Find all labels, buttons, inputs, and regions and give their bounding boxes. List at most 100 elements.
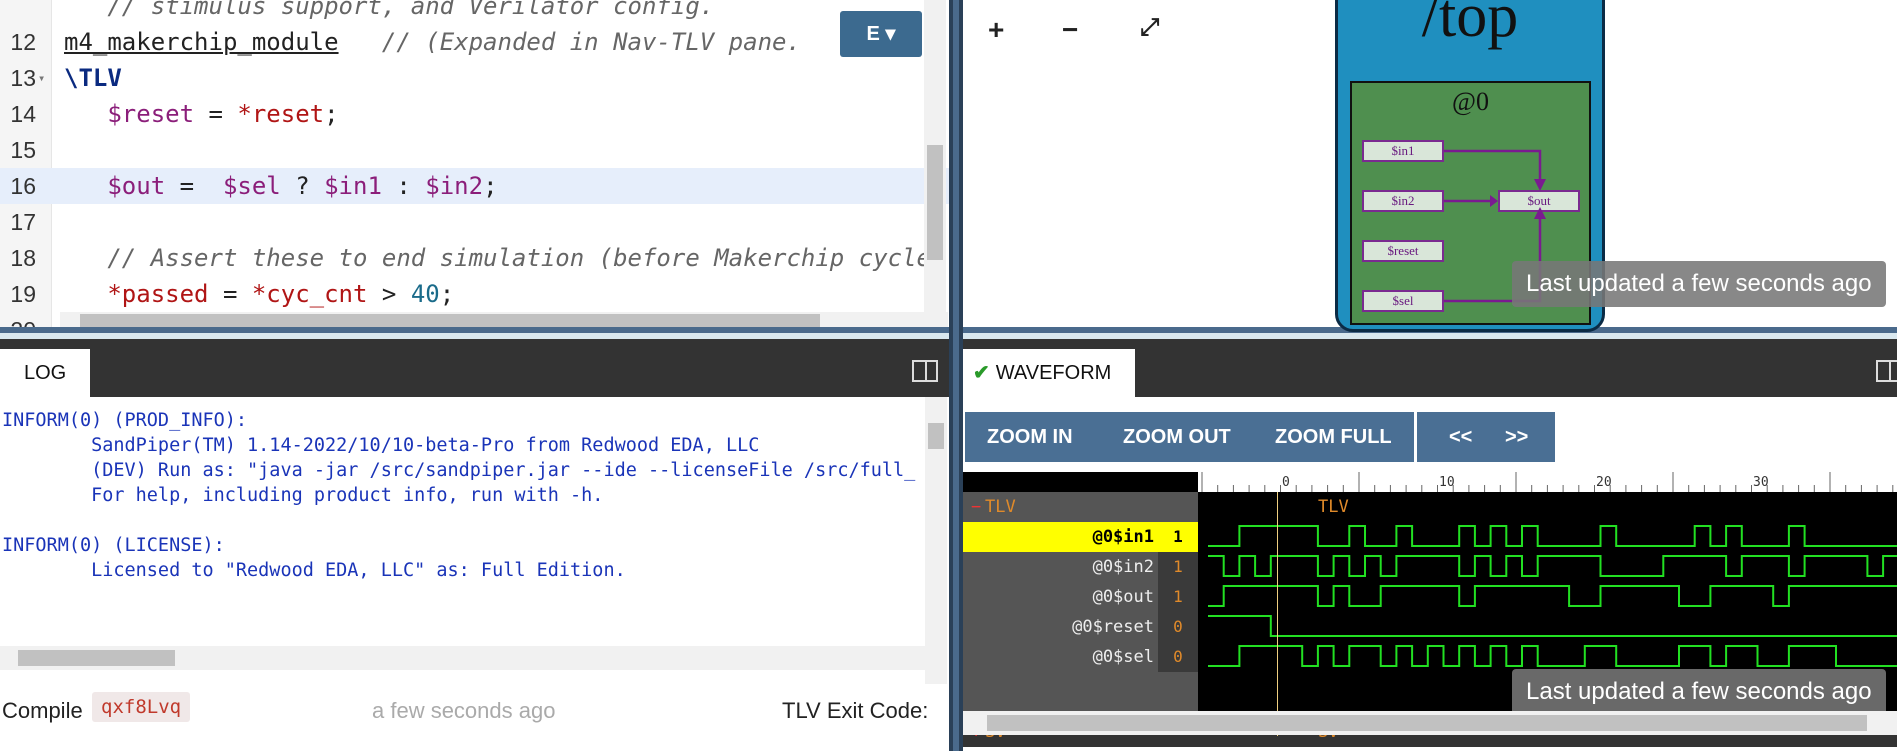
- code-token: $in2: [425, 172, 484, 200]
- code-text: \TLV: [64, 60, 122, 96]
- fold-icon[interactable]: ▾: [38, 60, 45, 96]
- group-label: TLV: [985, 497, 1016, 517]
- code-token: >: [367, 280, 411, 308]
- log-line: INFORM(0) (PROD_INFO):: [2, 410, 248, 431]
- code-text: m4_makerchip_module // (Expanded in Nav-…: [64, 24, 801, 60]
- collapse-icon[interactable]: −: [971, 492, 981, 522]
- log-vertical-scrollbar[interactable]: [925, 397, 947, 697]
- signal-value: 1: [1158, 522, 1198, 552]
- code-editor[interactable]: // stimulus support, and Verilator confi…: [0, 0, 949, 333]
- compile-id-link[interactable]: qxf8Lvq: [92, 692, 191, 722]
- code-line[interactable]: 19 *passed = *cyc_cnt > 40;: [0, 276, 949, 312]
- zoom-out-button[interactable]: ZOOM OUT: [1123, 412, 1231, 462]
- line-number: 19: [10, 281, 36, 307]
- signal-value: 1: [1158, 582, 1198, 612]
- code-line[interactable]: 12 m4_makerchip_module // (Expanded in Na…: [0, 24, 949, 60]
- code-text: // stimulus support, and Verilator confi…: [64, 0, 714, 24]
- code-token: =: [194, 100, 238, 128]
- ruler-label: 0: [1282, 475, 1290, 490]
- split-panel-icon[interactable]: [912, 360, 938, 382]
- zoom-out-icon[interactable]: −: [1062, 14, 1078, 46]
- scroll-right-button[interactable]: >>: [1505, 412, 1528, 462]
- line-number: 17: [10, 209, 36, 235]
- signal-name[interactable]: @0$in2: [963, 552, 1158, 582]
- log-pane: LOG INFORM(0) (PROD_INFO): SandPiper(TM)…: [0, 339, 949, 751]
- split-panel-icon[interactable]: [1876, 360, 1897, 382]
- code-line[interactable]: 14 $reset = *reset;: [0, 96, 949, 132]
- scroll-thumb[interactable]: [928, 423, 944, 449]
- signal-name[interactable]: @0$in1: [963, 522, 1158, 552]
- ide-window: // stimulus support, and Verilator confi…: [0, 0, 1897, 751]
- code-line[interactable]: 18 // Assert these to end simulation (be…: [0, 240, 949, 276]
- code-token: ;: [324, 100, 339, 128]
- signal-trace: [1208, 645, 1897, 667]
- line-number: 13: [10, 65, 36, 91]
- group-label: TLV: [1318, 497, 1349, 517]
- signal-trace: [1208, 615, 1897, 637]
- code-line[interactable]: // stimulus support, and Verilator confi…: [0, 0, 949, 24]
- signal-name[interactable]: @0$out: [963, 582, 1158, 612]
- code-token: // stimulus support, and Verilator confi…: [64, 0, 715, 20]
- code-token: *cyc_cnt: [251, 280, 368, 308]
- line-number: 12: [10, 29, 36, 55]
- waveform-horizontal-scrollbar[interactable]: [963, 711, 1897, 735]
- compile-label: Compile: [2, 698, 83, 723]
- zoom-full-button[interactable]: ZOOM FULL: [1275, 412, 1392, 462]
- log-line: INFORM(0) (LICENSE):: [2, 535, 225, 556]
- check-icon: ✔: [973, 362, 990, 384]
- vertical-splitter[interactable]: [949, 0, 963, 751]
- editor-horizontal-scrollbar[interactable]: [60, 312, 948, 327]
- editor-vertical-scrollbar[interactable]: [924, 0, 946, 312]
- signal-name[interactable]: @0$reset: [963, 612, 1158, 642]
- top-module-label: /top: [1421, 0, 1519, 50]
- splitter-handle[interactable]: [953, 0, 959, 751]
- code-line[interactable]: 16 $out = $sel ? $in1 : $in2;: [0, 168, 949, 204]
- code-token: \TLV: [64, 64, 122, 92]
- code-line[interactable]: 13 ▾ \TLV: [0, 60, 949, 96]
- diagram-update-toast: Last updated a few seconds ago: [1512, 261, 1886, 307]
- signal-name[interactable]: @0$sel: [963, 642, 1158, 672]
- zoom-in-button[interactable]: ZOOM IN: [987, 412, 1073, 462]
- code-line[interactable]: 17: [0, 204, 949, 240]
- scroll-thumb[interactable]: [80, 314, 820, 327]
- code-token: *reset: [237, 100, 325, 128]
- line-number: 16: [10, 173, 36, 199]
- waveform-pane: ✔ WAVEFORM ZOOM IN ZOOM OUT ZOOM FULL << …: [963, 339, 1897, 751]
- log-tab-bar: LOG: [0, 339, 949, 397]
- ruler-label: 30: [1753, 475, 1769, 490]
- tab-waveform[interactable]: ✔ WAVEFORM: [963, 349, 1136, 397]
- code-token: // (Expanded in Nav-TLV pane.: [338, 28, 801, 56]
- nav-button-group: << >>: [1417, 412, 1555, 462]
- group-row-tlv[interactable]: − TLV TLV: [963, 492, 1897, 522]
- zoom-button-group: ZOOM IN ZOOM OUT ZOOM FULL: [965, 412, 1414, 462]
- log-horizontal-scrollbar[interactable]: [0, 646, 925, 670]
- waveform-update-toast: Last updated a few seconds ago: [1512, 669, 1886, 715]
- ruler-label: 20: [1596, 475, 1612, 490]
- line-number: 14: [10, 101, 36, 127]
- time-ruler[interactable]: 0 10 20 30: [1198, 472, 1897, 492]
- line-number: 18: [10, 245, 36, 271]
- code-token: ?: [280, 172, 325, 200]
- tab-waveform-label: WAVEFORM: [995, 362, 1112, 384]
- code-token: m4_makerchip_module: [64, 28, 339, 56]
- scroll-left-button[interactable]: <<: [1449, 412, 1472, 462]
- scroll-thumb[interactable]: [18, 650, 175, 666]
- compile-time: a few seconds ago: [372, 698, 556, 723]
- zoom-in-icon[interactable]: +: [988, 14, 1004, 46]
- editor-menu-button[interactable]: E ▾: [840, 11, 922, 57]
- tab-log[interactable]: LOG: [0, 349, 91, 397]
- scroll-thumb[interactable]: [927, 145, 943, 260]
- code-token: *passed: [64, 280, 209, 308]
- scroll-thumb[interactable]: [987, 715, 1867, 731]
- expand-icon[interactable]: ⤢: [1140, 14, 1159, 42]
- time-cursor[interactable]: [1277, 492, 1278, 736]
- code-token: :: [381, 172, 426, 200]
- code-token: // Assert these to end simulation (befor…: [64, 244, 931, 272]
- log-line: Licensed to "Redwood EDA, LLC" as: Full …: [2, 560, 626, 581]
- code-text: $reset = *reset;: [64, 96, 339, 132]
- code-token: $reset: [64, 100, 195, 128]
- code-text: // Assert these to end simulation (befor…: [64, 240, 931, 276]
- code-token: $sel: [222, 172, 281, 200]
- code-line[interactable]: 15: [0, 132, 949, 168]
- code-token: ;: [483, 172, 498, 200]
